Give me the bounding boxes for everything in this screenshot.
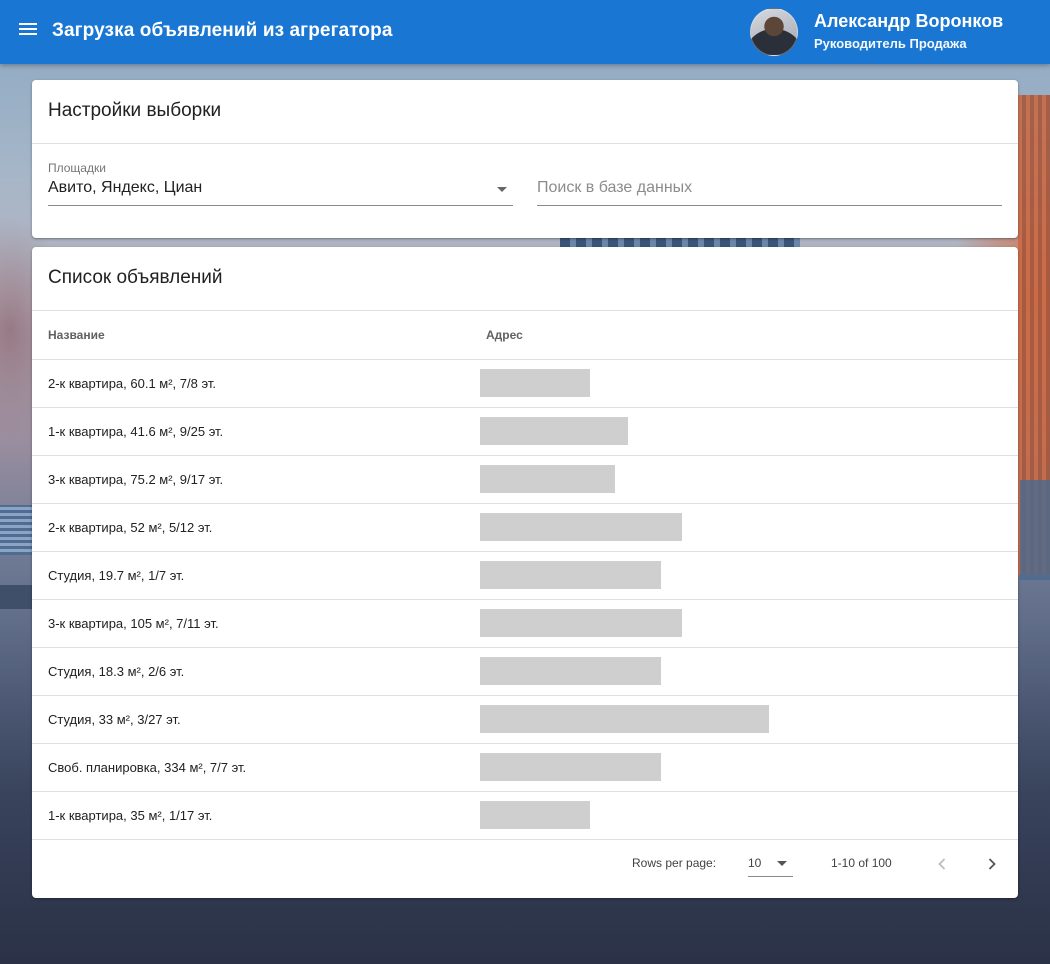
platforms-select[interactable]: Площадки Авито, Яндекс, Циан	[48, 160, 513, 206]
search-field	[537, 160, 1002, 206]
next-page-button[interactable]	[979, 851, 1005, 877]
redacted-address	[480, 609, 682, 637]
redacted-address	[480, 417, 628, 445]
column-header-name[interactable]: Название	[32, 311, 480, 360]
chevron-left-icon	[938, 858, 946, 870]
table-row[interactable]: Студия, 18.3 м², 2/6 эт.	[32, 647, 1018, 696]
table-row[interactable]: 3-к квартира, 105 м², 7/11 эт.	[32, 599, 1018, 648]
column-header-address[interactable]: Адрес	[480, 311, 1018, 360]
table-row[interactable]: Студия, 33 м², 3/27 эт.	[32, 695, 1018, 744]
user-role: Руководитель Продажа	[814, 36, 967, 51]
listing-name: Студия, 33 м², 3/27 эт.	[32, 695, 480, 744]
listing-address	[480, 695, 1018, 744]
rows-per-page-select[interactable]: 10	[748, 851, 793, 877]
redacted-address	[480, 705, 769, 733]
listing-address	[480, 551, 1018, 600]
background-tower-base	[1020, 480, 1050, 580]
background-boat	[0, 585, 32, 609]
redacted-address	[480, 369, 590, 397]
chevron-right-icon	[988, 858, 996, 870]
redacted-address	[480, 657, 661, 685]
listing-name: 1-к квартира, 35 м², 1/17 эт.	[32, 791, 480, 840]
dropdown-arrow-icon[interactable]	[497, 187, 507, 192]
search-input[interactable]	[537, 176, 1002, 200]
app-bar: Загрузка объявлений из агрегатора Алекса…	[0, 0, 1050, 64]
chevron-down-icon	[777, 861, 787, 866]
filters-card: Настройки выборки Площадки Авито, Яндекс…	[32, 80, 1018, 238]
app-title: Загрузка объявлений из агрегатора	[52, 20, 393, 41]
avatar[interactable]	[750, 8, 798, 56]
table-row[interactable]: 1-к квартира, 35 м², 1/17 эт.	[32, 791, 1018, 840]
rows-per-page-value: 10	[748, 856, 762, 870]
listing-address	[480, 359, 1018, 408]
listing-address	[480, 743, 1018, 792]
listing-name: 2-к квартира, 60.1 м², 7/8 эт.	[32, 359, 480, 408]
listing-address	[480, 599, 1018, 648]
redacted-address	[480, 801, 590, 829]
background-building	[0, 505, 32, 555]
table-row[interactable]: 2-к квартира, 52 м², 5/12 эт.	[32, 503, 1018, 552]
listing-address	[480, 647, 1018, 696]
listings-title: Список объявлений	[32, 247, 1018, 311]
listing-name: Студия, 19.7 м², 1/7 эт.	[32, 551, 480, 600]
user-name: Александр Воронков	[814, 11, 1004, 31]
previous-page-button[interactable]	[929, 851, 955, 877]
menu-icon[interactable]	[14, 20, 42, 44]
table-row[interactable]: 2-к квартира, 60.1 м², 7/8 эт.	[32, 359, 1018, 408]
filters-title: Настройки выборки	[32, 80, 1018, 144]
listing-name: 1-к квартира, 41.6 м², 9/25 эт.	[32, 407, 480, 456]
table-row[interactable]: Своб. планировка, 334 м², 7/7 эт.	[32, 743, 1018, 792]
listing-name: 2-к квартира, 52 м², 5/12 эт.	[32, 503, 480, 552]
redacted-address	[480, 561, 661, 589]
redacted-address	[480, 513, 682, 541]
listing-name: Своб. планировка, 334 м², 7/7 эт.	[32, 743, 480, 792]
listing-address	[480, 455, 1018, 504]
listing-address	[480, 407, 1018, 456]
listing-name: Студия, 18.3 м², 2/6 эт.	[32, 647, 480, 696]
table-row[interactable]: Студия, 19.7 м², 1/7 эт.	[32, 551, 1018, 600]
listing-name: 3-к квартира, 75.2 м², 9/17 эт.	[32, 455, 480, 504]
pagination-range: 1-10 of 100	[831, 856, 892, 870]
table-row[interactable]: 3-к квартира, 75.2 м², 9/17 эт.	[32, 455, 1018, 504]
listing-name: 3-к квартира, 105 м², 7/11 эт.	[32, 599, 480, 648]
listings-table: Название Адрес 2-к квартира, 60.1 м², 7/…	[32, 311, 1018, 840]
table-footer: Rows per page: 10 1-10 of 100	[32, 840, 1018, 898]
rows-per-page-label: Rows per page:	[632, 856, 717, 870]
table-row[interactable]: 1-к квартира, 41.6 м², 9/25 эт.	[32, 407, 1018, 456]
redacted-address	[480, 753, 661, 781]
listings-card: Список объявлений Название Адрес 2-к ква…	[32, 247, 1018, 898]
platforms-label: Площадки	[48, 161, 106, 175]
listing-address	[480, 503, 1018, 552]
platforms-value: Авито, Яндекс, Циан	[48, 179, 203, 196]
listing-address	[480, 791, 1018, 840]
redacted-address	[480, 465, 615, 493]
table-header-row: Название Адрес	[32, 311, 1018, 360]
